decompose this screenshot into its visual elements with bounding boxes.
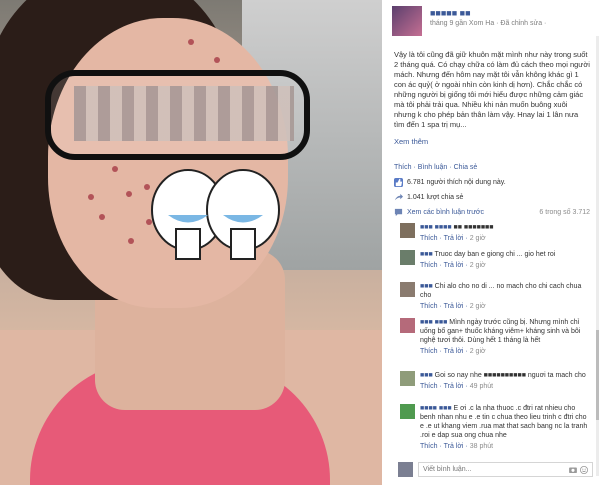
post-action-bar: Thích · Bình luận · Chia sẻ xyxy=(394,164,477,171)
share-action[interactable]: Chia sẻ xyxy=(454,164,478,171)
see-more-link[interactable]: Xem thêm xyxy=(394,137,428,146)
comment-input[interactable]: Viết bình luận... xyxy=(418,462,593,477)
comment-actions[interactable]: Thích · Trả lời · xyxy=(420,262,468,269)
like-action[interactable]: Thích xyxy=(394,164,412,171)
comment-text: Truoc day ban e giong chi ... gio het ro… xyxy=(434,251,556,258)
comment-avatar[interactable] xyxy=(400,250,415,265)
comment-actions[interactable]: Thích · Trả lời · xyxy=(420,383,468,390)
comment-actions[interactable]: Thích · Trả lời · xyxy=(420,303,468,310)
post-text: Vậy là tôi cũng đã giữ khuôn mặt mình nh… xyxy=(394,50,590,129)
post-photo[interactable] xyxy=(0,0,382,485)
likes-summary[interactable]: 6.781 người thích nội dung này. xyxy=(394,178,590,187)
crying-emoji-sticker xyxy=(151,169,280,260)
comment-input-placeholder: Viết bình luận... xyxy=(423,466,472,473)
comment-avatar[interactable] xyxy=(400,282,415,297)
scrollbar-thumb[interactable] xyxy=(596,330,599,420)
comment-action[interactable]: Bình luận xyxy=(418,164,448,171)
comment-time[interactable]: 2 giờ xyxy=(470,348,486,355)
acne-spot xyxy=(126,191,132,197)
comment-text: Chi alo cho no di ... no mach cho chi ca… xyxy=(420,283,582,300)
comment-author[interactable]: ■■■ xyxy=(420,283,433,290)
smiley-icon[interactable] xyxy=(580,466,588,474)
comment-author[interactable]: ■■■ xyxy=(420,372,433,379)
acne-spot xyxy=(214,57,220,63)
acne-spot xyxy=(128,238,134,244)
comment-author[interactable]: ■■■ xyxy=(420,251,433,258)
comment-actions[interactable]: Thích · Trả lời · xyxy=(420,348,468,355)
comment-time[interactable]: 38 phút xyxy=(470,443,493,450)
acne-spot xyxy=(188,39,194,45)
comment-time[interactable]: 49 phút xyxy=(470,383,493,390)
comment-avatar[interactable] xyxy=(400,223,415,238)
poster-name[interactable]: ■■■■■ ■■ xyxy=(430,8,471,18)
camera-icon[interactable] xyxy=(569,466,577,474)
thumbs-up-icon xyxy=(394,178,403,187)
share-icon xyxy=(394,193,403,202)
comment-avatar[interactable] xyxy=(400,371,415,386)
post-meta: tháng 9 gần Xom Ha · Đã chỉnh sửa · xyxy=(430,20,547,27)
poster-avatar[interactable] xyxy=(392,6,422,36)
comment-time[interactable]: 2 giờ xyxy=(470,303,486,310)
comment-avatar[interactable] xyxy=(400,404,415,419)
acne-spot xyxy=(88,194,94,200)
comment-author[interactable]: ■■■ ■■■■ xyxy=(420,224,452,231)
comment-time[interactable]: 2 giờ xyxy=(470,235,486,242)
eyeglasses xyxy=(45,70,310,160)
post-panel: ■■■■■ ■■ tháng 9 gần Xom Ha · Đã chỉnh s… xyxy=(382,0,600,485)
shares-summary[interactable]: 1.041 lượt chia sẻ xyxy=(394,193,590,202)
post-header: ■■■■■ ■■ tháng 9 gần Xom Ha · Đã chỉnh s… xyxy=(392,6,592,42)
composer-avatar xyxy=(398,462,413,477)
comment-count: 6 trong số 3.712 xyxy=(539,209,590,216)
comment-time[interactable]: 2 giờ xyxy=(470,262,486,269)
comment-text: Goi so nay nhe ■■■■■■■■■■ nguơi ta mach … xyxy=(434,372,586,379)
comment-composer: Viết bình luận... xyxy=(398,462,593,479)
acne-spot xyxy=(99,214,105,220)
view-previous-comments-link[interactable]: Xem các bình luận trước xyxy=(407,209,484,216)
comment-actions[interactable]: Thích · Trả lời · xyxy=(420,443,468,450)
acne-spot xyxy=(112,166,118,172)
speech-bubble-icon xyxy=(394,208,403,217)
shares-count[interactable]: 1.041 lượt chia sẻ xyxy=(407,194,463,201)
comment-actions[interactable]: Thích · Trả lời · xyxy=(420,235,468,242)
likes-count[interactable]: 6.781 người thích nội dung này. xyxy=(407,179,506,186)
comment-text: ■■ ■■■■■■■ xyxy=(453,224,494,231)
comment-avatar[interactable] xyxy=(400,318,415,333)
comment-author[interactable]: ■■■■ ■■■ xyxy=(420,405,452,412)
view-previous-comments-row: Xem các bình luận trước 6 trong số 3.712 xyxy=(394,208,590,217)
comment-author[interactable]: ■■■ ■■■ xyxy=(420,319,447,326)
